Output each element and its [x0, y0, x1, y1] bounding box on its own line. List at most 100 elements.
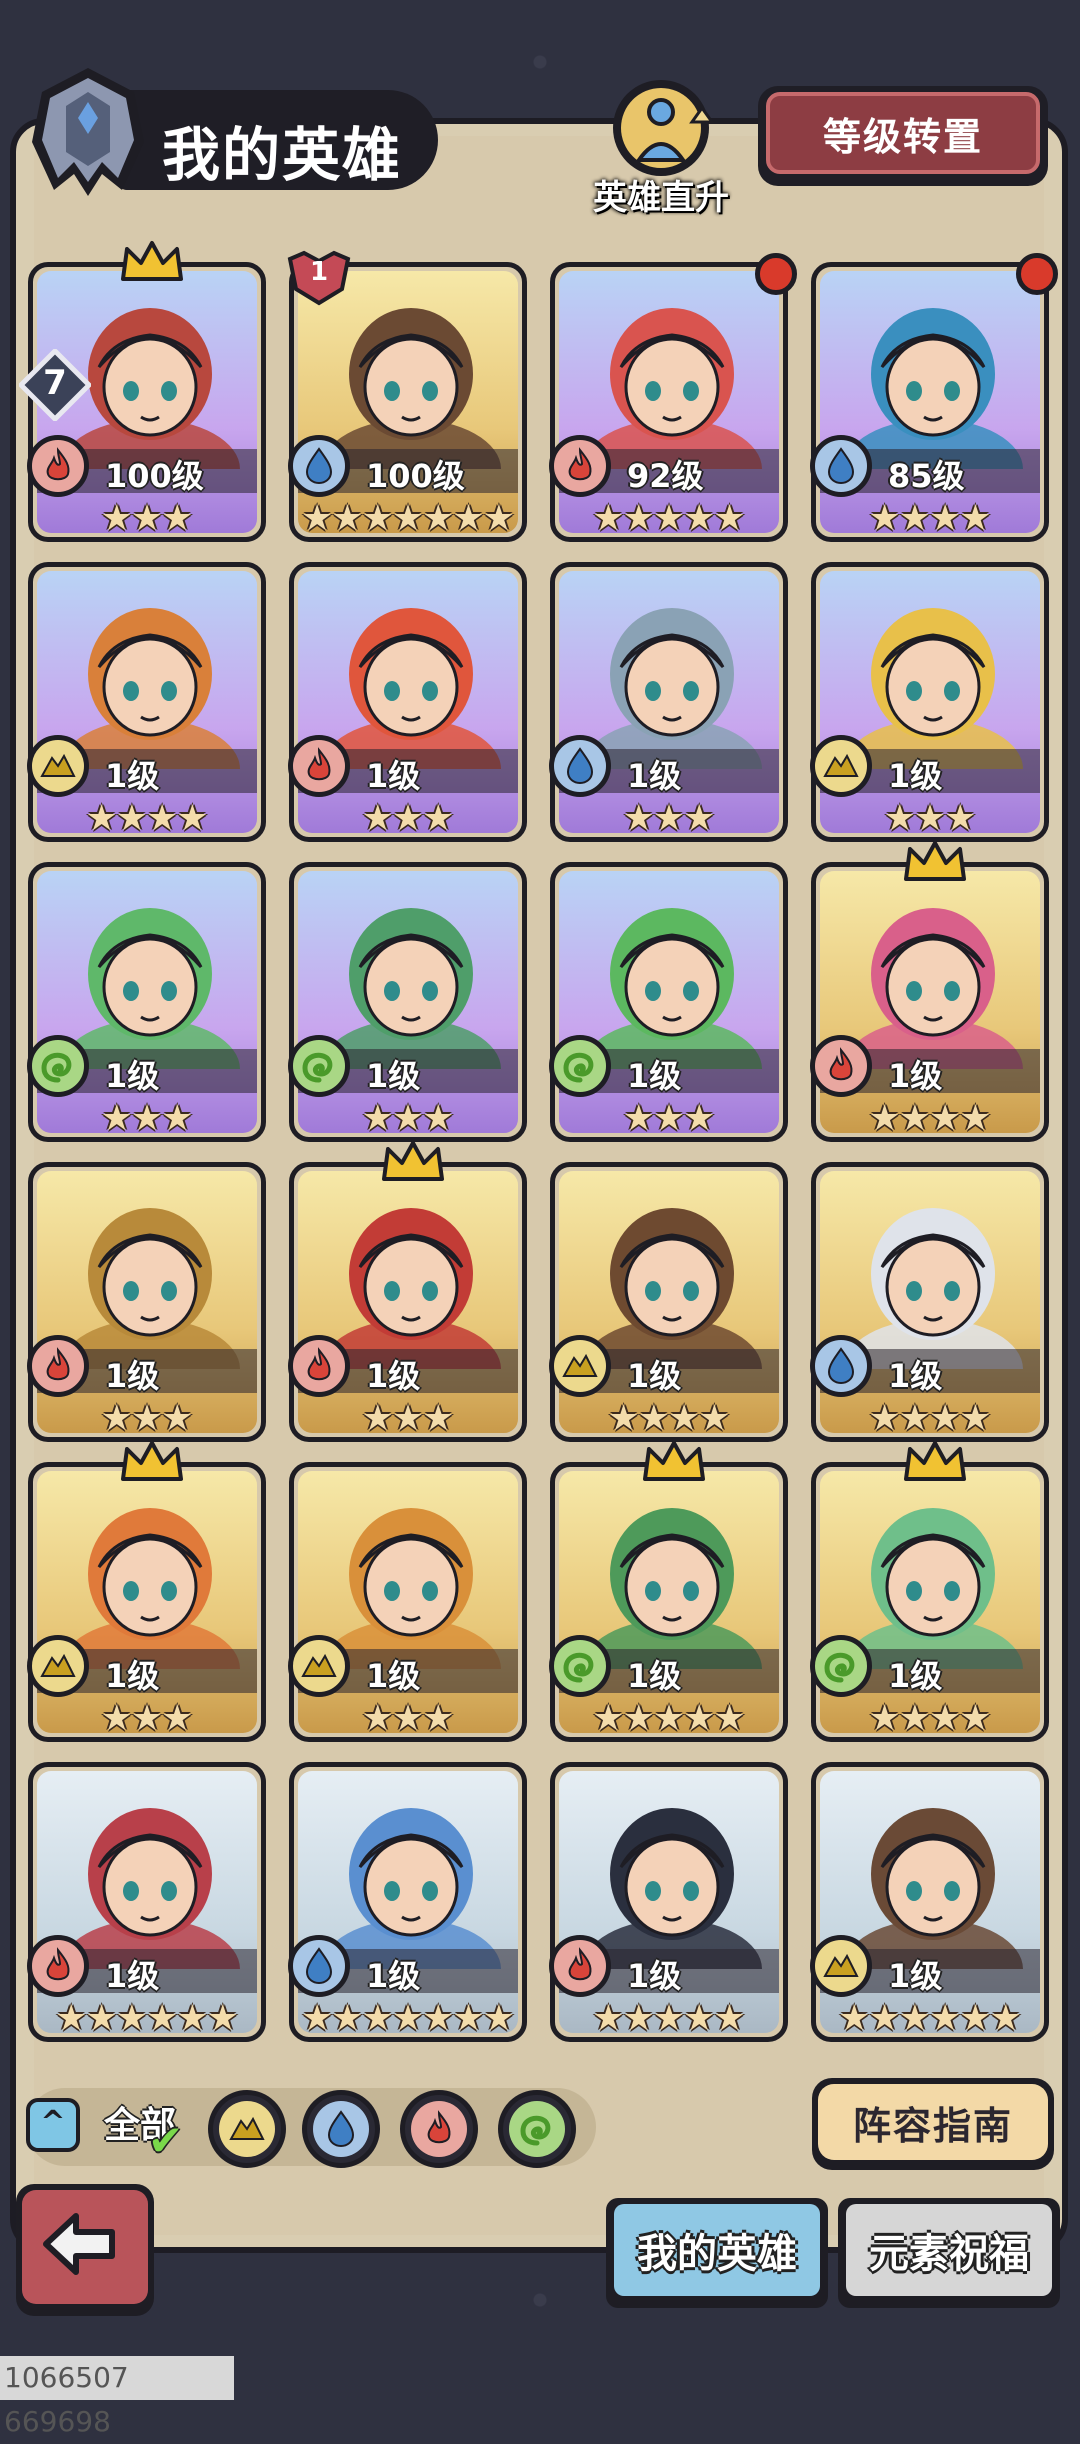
hero-level: 1级 — [888, 1657, 943, 1695]
fire-glyph-icon — [46, 1947, 70, 1981]
star-icon: ★ — [898, 1398, 931, 1434]
hero-portrait-image — [321, 308, 501, 519]
hero-card[interactable]: 1级 ★ ★ ★ ★ ★ ★ ★ — [288, 1762, 527, 2042]
tab-my-heroes[interactable]: 我的英雄 — [606, 2198, 828, 2308]
hero-level: 1级 — [105, 757, 160, 795]
fire-glyph-icon — [829, 1047, 853, 1081]
star-icon: ★ — [944, 798, 977, 834]
star-icon: ★ — [592, 1998, 625, 2034]
hero-card[interactable]: 1级 ★ ★ ★ ★ — [810, 1162, 1049, 1442]
hero-stars: ★ ★ ★ ★ ★ ★ — [820, 1997, 1040, 2034]
hero-card[interactable]: 1级 ★ ★ ★ — [27, 1162, 266, 1442]
fire-element-icon — [288, 735, 350, 797]
star-icon: ★ — [898, 498, 931, 534]
hero-stars: ★ ★ ★ ★ ★ — [559, 1997, 779, 2034]
back-button[interactable] — [16, 2184, 154, 2316]
star-icon: ★ — [130, 1698, 164, 1734]
fire-element-icon — [549, 435, 611, 497]
star-icon: ★ — [85, 1998, 118, 2034]
hero-card[interactable]: 1级 ★ ★ ★ ★ — [549, 1162, 788, 1442]
filter-water-button[interactable] — [302, 2090, 380, 2168]
hero-card[interactable]: 1级 ★ ★ ★ ★ ★ — [549, 1762, 788, 2042]
notification-dot — [1016, 253, 1058, 295]
hero-card[interactable]: 85级 ★ ★ ★ ★ — [810, 253, 1058, 542]
hero-card[interactable]: 1级 ★ ★ ★ — [549, 562, 788, 842]
expand-filter-button[interactable]: ^ — [26, 2098, 80, 2152]
star-icon: ★ — [929, 1998, 962, 2034]
hero-portrait — [830, 1779, 1036, 2019]
fire-element-icon — [27, 435, 89, 497]
filter-fire-button[interactable] — [400, 2090, 478, 2168]
wind-element-icon — [549, 1635, 611, 1697]
star-icon: ★ — [301, 498, 334, 534]
earth-glyph-icon — [40, 753, 76, 777]
star-icon: ★ — [683, 798, 716, 834]
hero-portrait — [569, 1179, 775, 1419]
fire-glyph-icon — [568, 447, 592, 481]
hero-level: 1级 — [627, 1657, 682, 1695]
hero-level: 1级 — [366, 1057, 421, 1095]
hero-card[interactable]: 92级 ★ ★ ★ ★ ★ — [549, 253, 797, 542]
star-icon: ★ — [146, 1998, 179, 2034]
hero-card[interactable]: 1级 ★ ★ ★ — [288, 562, 527, 842]
hero-card[interactable]: 1级 ★ ★ ★ — [288, 1141, 527, 1442]
star-icon: ★ — [592, 1698, 625, 1734]
star-icon: ★ — [683, 1098, 716, 1134]
star-icon: ★ — [652, 498, 686, 534]
star-icon: ★ — [100, 498, 133, 534]
earth-glyph-icon — [823, 753, 859, 777]
filter-earth-button[interactable] — [208, 2090, 286, 2168]
hero-card[interactable]: 1级 ★ ★ ★ — [549, 862, 788, 1142]
hero-portrait-image — [60, 1208, 240, 1419]
level-transfer-label: 等级转置 — [766, 92, 1040, 174]
hero-card[interactable]: 100级 ★ ★ ★ 7 — [17, 241, 266, 542]
hero-card[interactable]: 1级 ★ ★ ★ ★ — [27, 562, 266, 842]
hero-portrait-image — [582, 1208, 762, 1419]
earth-element-icon — [810, 735, 872, 797]
star-icon: ★ — [622, 798, 655, 834]
hero-stars: ★ ★ ★ — [298, 1097, 518, 1134]
hero-card[interactable]: 1级 ★ ★ ★ — [27, 862, 266, 1142]
filter-wind-button[interactable] — [498, 2090, 576, 2168]
hero-portrait-image — [60, 908, 240, 1119]
star-icon: ★ — [391, 1998, 425, 2034]
lineup-guide-button[interactable]: 阵容指南 — [812, 2078, 1054, 2170]
hero-card[interactable]: 1级 ★ ★ ★ ★ ★ — [549, 1441, 788, 1742]
hero-card[interactable]: 1级 ★ ★ ★ ★ — [810, 841, 1049, 1142]
tab-element-blessing[interactable]: 元素祝福 — [838, 2198, 1060, 2308]
hero-portrait-image — [582, 608, 762, 819]
hero-card[interactable]: 100级 ★ ★ ★ ★ ★ ★ ★ 1 — [287, 250, 527, 542]
star-icon: ★ — [668, 1398, 701, 1434]
star-icon: ★ — [361, 498, 394, 534]
level-transfer-button[interactable]: 等级转置 — [758, 86, 1048, 186]
filter-all-button[interactable]: 全部 ✔ — [104, 2096, 198, 2165]
hero-promote-button[interactable]: 英雄直升 — [585, 72, 737, 220]
hero-portrait — [569, 579, 775, 819]
hero-card[interactable]: 1级 ★ ★ ★ ★ — [810, 1441, 1049, 1742]
star-icon: ★ — [898, 1998, 931, 2034]
earth-glyph-icon — [301, 1653, 337, 1677]
star-icon: ★ — [130, 498, 164, 534]
fire-glyph-icon — [307, 747, 331, 781]
hero-card[interactable]: 1级 ★ ★ ★ — [288, 1462, 527, 1742]
hero-card[interactable]: 1级 ★ ★ ★ — [27, 1441, 266, 1742]
hero-portrait-image — [843, 308, 1023, 519]
hero-level: 1级 — [105, 1957, 160, 1995]
hero-stars: ★ ★ ★ ★ ★ ★ — [37, 1997, 257, 2034]
hero-card[interactable]: 1级 ★ ★ ★ ★ ★ ★ — [27, 1762, 266, 2042]
hero-portrait — [47, 579, 253, 819]
hero-card[interactable]: 1级 ★ ★ ★ — [810, 562, 1049, 842]
wind-glyph-icon — [824, 1652, 855, 1683]
star-icon: ★ — [637, 1398, 670, 1434]
hero-level: 1级 — [627, 757, 682, 795]
hero-card[interactable]: 1级 ★ ★ ★ — [288, 862, 527, 1142]
crown-icon — [904, 1441, 966, 1481]
star-icon: ★ — [422, 498, 455, 534]
star-icon: ★ — [607, 1398, 640, 1434]
hero-portrait-image — [843, 1208, 1023, 1419]
hero-portrait-image — [321, 908, 501, 1119]
hero-card[interactable]: 1级 ★ ★ ★ ★ ★ ★ — [810, 1762, 1049, 2042]
star-icon: ★ — [55, 1998, 88, 2034]
star-icon: ★ — [652, 1698, 686, 1734]
hero-stars: ★ ★ ★ ★ — [559, 1397, 779, 1434]
